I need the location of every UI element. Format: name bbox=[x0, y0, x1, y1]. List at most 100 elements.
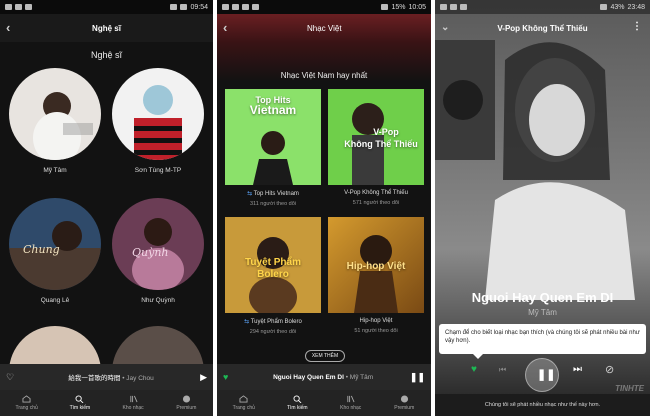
chevron-down-icon[interactable]: ⌄ bbox=[441, 21, 455, 35]
spotify-icon bbox=[182, 395, 190, 403]
battery-level: 15% bbox=[391, 3, 406, 11]
playlist-name: ⇆ Tuyệt Phẩm Bolero bbox=[244, 319, 302, 325]
playlist-followers: 294 người theo dõi bbox=[249, 329, 297, 335]
tab-home[interactable]: Trang chủ bbox=[0, 390, 53, 416]
mini-player[interactable]: ♥ Nguoi Hay Quen Em DI • Mỹ Tâm ❚❚ bbox=[217, 364, 431, 390]
artist-name: Mỹ Tâm bbox=[43, 167, 67, 174]
playlist-cover: V-Pop Không Thể Thiếu bbox=[328, 89, 424, 185]
tab-home[interactable]: Trang chủ bbox=[217, 390, 271, 416]
playlist-name: Hip-hop Việt bbox=[359, 318, 393, 324]
previous-icon[interactable]: ⏮ bbox=[499, 365, 506, 375]
artist-card-nhu-quynh[interactable]: Quỳnh Như Quỳnh bbox=[112, 198, 204, 304]
playlist-followers: 571 người theo dõi bbox=[352, 200, 400, 206]
library-icon bbox=[130, 395, 138, 403]
artists-screen: 09:54 ‹ Nghệ sĩ Nghệ sĩ Mỹ Tâm Sơn Tùng … bbox=[0, 0, 213, 416]
artist-photo: Quỳnh bbox=[112, 198, 204, 290]
wifi-icon bbox=[170, 4, 178, 10]
battery-level: 43% bbox=[610, 3, 625, 11]
playlist-card[interactable]: V-Pop Không Thể Thiếu V-Pop Không Thể Th… bbox=[328, 89, 424, 206]
notification-icon bbox=[252, 4, 259, 10]
status-time: 10:05 bbox=[408, 3, 426, 11]
more-options-icon[interactable]: ⋮ bbox=[632, 21, 642, 32]
watermark: TINHTE bbox=[615, 384, 644, 393]
notification-icon bbox=[450, 4, 457, 10]
next-icon[interactable]: ⏭ bbox=[573, 364, 582, 375]
status-bar: 43% 23:48 bbox=[435, 0, 650, 14]
tab-library[interactable]: Kho nhạc bbox=[107, 390, 160, 416]
bottom-nav: Trang chủ Tìm kiếm Kho nhạc Premium bbox=[217, 390, 431, 416]
app-header: ‹ Nhạc Việt bbox=[217, 14, 431, 42]
back-arrow-icon[interactable]: ‹ bbox=[223, 21, 237, 35]
back-arrow-icon[interactable]: ‹ bbox=[6, 21, 20, 35]
playlist-name: ⇆ Top Hits Vietnam bbox=[247, 191, 299, 197]
playlist-card[interactable]: Tuyệt Phẩm Bolero ⇆ Tuyệt Phẩm Bolero 29… bbox=[225, 217, 321, 335]
wifi-icon bbox=[600, 4, 608, 10]
tab-premium[interactable]: Premium bbox=[378, 390, 432, 416]
notification-icon bbox=[25, 4, 32, 10]
spotify-icon bbox=[400, 395, 408, 403]
artist-name: Như Quỳnh bbox=[141, 297, 175, 304]
heart-filled-icon[interactable]: ♥ bbox=[223, 372, 228, 382]
notification-icon bbox=[440, 4, 447, 10]
status-time: 23:48 bbox=[627, 3, 645, 11]
bottom-nav: Trang chủ Tìm kiếm Kho nhạc Premium bbox=[0, 390, 213, 416]
section-title: Nhạc Việt Nam hay nhất bbox=[280, 71, 368, 80]
playlist-cover: Top Hits Vietnam bbox=[225, 89, 321, 185]
block-icon[interactable]: ⊘ bbox=[605, 363, 614, 376]
notification-icon bbox=[222, 4, 229, 10]
artist-card-son-tung[interactable]: Sơn Tùng M-TP bbox=[112, 68, 204, 174]
notification-icon bbox=[460, 4, 467, 10]
messenger-icon bbox=[15, 4, 22, 10]
track-artist: Mỹ Tâm bbox=[528, 308, 557, 317]
artist-card-quang-le[interactable]: Chung Quang Lê bbox=[9, 198, 101, 304]
mini-player-artist: Mỹ Tâm bbox=[349, 373, 374, 381]
track-title: Nguoi Hay Quen Em DI bbox=[471, 290, 614, 305]
playlist-cover: Tuyệt Phẩm Bolero bbox=[225, 217, 321, 313]
page-title: Nhạc Việt bbox=[307, 23, 342, 33]
playlist-followers: 51 người theo dõi bbox=[354, 328, 398, 334]
heart-filled-icon[interactable]: ♥ bbox=[471, 364, 477, 375]
playlist-title: V-Pop Không Thể Thiếu bbox=[497, 23, 588, 33]
mini-player-artist: Jay Chou bbox=[126, 375, 154, 382]
app-header: ‹ Nghệ sĩ bbox=[0, 14, 213, 42]
artist-name: Quang Lê bbox=[40, 297, 70, 304]
svg-text:Chung: Chung bbox=[23, 243, 60, 256]
home-icon bbox=[239, 395, 248, 403]
download-badge-icon: ⇆ bbox=[244, 319, 251, 325]
playlist-name: V-Pop Không Thể Thiếu bbox=[344, 190, 408, 196]
playlist-cover: Hip-hop Việt bbox=[328, 217, 424, 313]
genre-screen: 15% 10:05 ‹ Nhạc Việt Nhạc Việt Nam hay n… bbox=[217, 0, 431, 416]
signal-icon bbox=[180, 4, 188, 10]
tab-library[interactable]: Kho nhạc bbox=[324, 390, 378, 416]
play-icon[interactable]: ▶ bbox=[200, 372, 207, 383]
heart-icon[interactable]: ♡ bbox=[6, 372, 14, 383]
facebook-icon bbox=[5, 4, 12, 10]
playlist-followers: 311 người theo dõi bbox=[249, 201, 297, 207]
artist-photo: Chung bbox=[9, 198, 101, 290]
svg-text:Quỳnh: Quỳnh bbox=[132, 246, 169, 259]
artist-photo bbox=[9, 68, 101, 160]
pause-icon: ❚❚ bbox=[537, 369, 556, 381]
notification-icon bbox=[242, 4, 249, 10]
pause-button[interactable]: ❚❚ bbox=[525, 358, 559, 392]
status-bar: 09:54 bbox=[0, 0, 213, 14]
tab-search[interactable]: Tìm kiếm bbox=[53, 390, 106, 416]
search-icon bbox=[75, 395, 84, 403]
status-bar: 15% 10:05 bbox=[217, 0, 431, 14]
artist-photo bbox=[112, 68, 204, 160]
playlist-card[interactable]: Hip-hop Việt Hip-hop Việt 51 người theo … bbox=[328, 217, 424, 334]
see-more-button[interactable]: XEM THÊM bbox=[305, 350, 345, 362]
tab-premium[interactable]: Premium bbox=[160, 390, 213, 416]
tab-search[interactable]: Tìm kiếm bbox=[271, 390, 325, 416]
status-time: 09:54 bbox=[190, 3, 208, 11]
wifi-icon bbox=[381, 4, 389, 10]
pause-icon[interactable]: ❚❚ bbox=[410, 372, 425, 383]
artist-card-my-tam[interactable]: Mỹ Tâm bbox=[9, 68, 101, 174]
playlist-card[interactable]: Top Hits Vietnam ⇆ Top Hits Vietnam 311 … bbox=[225, 89, 321, 207]
mini-player[interactable]: ♡ 給我一首歌的時間 • Jay Chou ▶ bbox=[0, 364, 213, 390]
messenger-icon bbox=[232, 4, 239, 10]
hint-tooltip[interactable]: Chạm để cho biết loại nhạc bạn thích (và… bbox=[439, 324, 646, 359]
search-icon bbox=[293, 395, 302, 403]
now-playing-screen: 43% 23:48 ⌄ V-Pop Không Thể Thiếu ⋮ Nguoi… bbox=[435, 0, 650, 416]
library-icon bbox=[347, 395, 355, 403]
